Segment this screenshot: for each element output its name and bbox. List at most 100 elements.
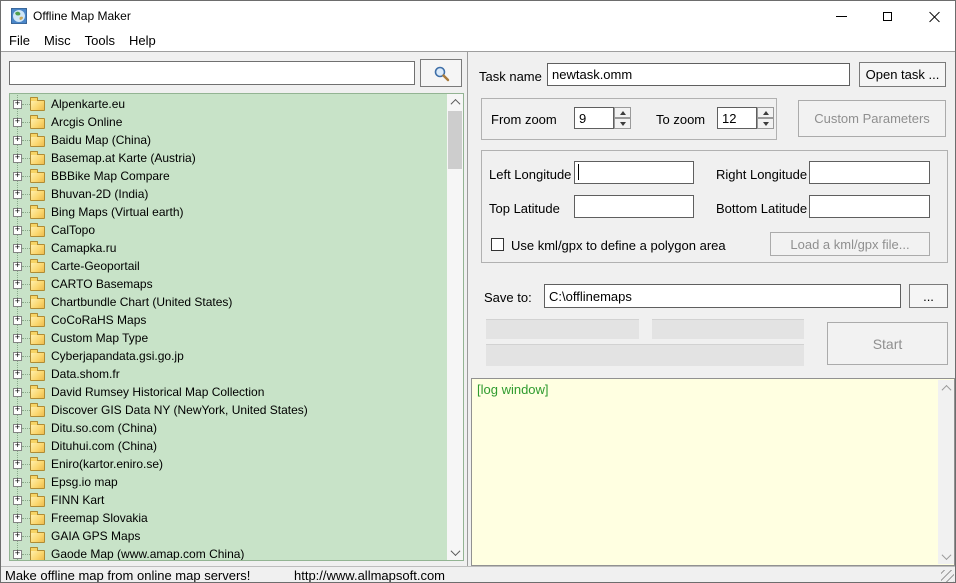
- folder-icon: [30, 546, 45, 560]
- expand-plus-icon[interactable]: +: [13, 459, 22, 469]
- log-scrollbar[interactable]: [938, 380, 954, 564]
- scrollbar-thumb[interactable]: [448, 111, 462, 169]
- tree-item[interactable]: + Ditu.so.com (China): [10, 419, 448, 437]
- scroll-down-button[interactable]: [938, 548, 954, 564]
- close-button[interactable]: [913, 1, 955, 31]
- menu-item[interactable]: Tools: [85, 33, 123, 50]
- scroll-down-button[interactable]: [447, 544, 463, 560]
- from-zoom-spinner[interactable]: [614, 107, 631, 129]
- expand-plus-icon[interactable]: +: [13, 243, 22, 253]
- expand-plus-icon[interactable]: +: [13, 369, 22, 379]
- tree-item[interactable]: + CalTopo: [10, 221, 448, 239]
- expand-plus-icon[interactable]: +: [13, 315, 22, 325]
- tree-scrollbar[interactable]: [447, 94, 463, 560]
- menu-item[interactable]: File: [9, 33, 38, 50]
- to-zoom-spinner[interactable]: [757, 107, 774, 129]
- minimize-button[interactable]: [821, 1, 861, 31]
- expand-plus-icon[interactable]: +: [13, 441, 22, 451]
- tree-item-label: Alpenkarte.eu: [51, 97, 126, 111]
- log-text: [log window]: [477, 382, 549, 397]
- tree-item[interactable]: + Cyberjapandata.gsi.go.jp: [10, 347, 448, 365]
- tree-item-label: Carte-Geoportail: [51, 259, 140, 273]
- tree-item[interactable]: + Carte-Geoportail: [10, 257, 448, 275]
- kml-checkbox[interactable]: [491, 238, 504, 251]
- text-caret: [578, 164, 579, 180]
- expand-plus-icon[interactable]: +: [13, 171, 22, 181]
- tree-item-label: FINN Kart: [51, 493, 105, 507]
- expand-plus-icon[interactable]: +: [13, 153, 22, 163]
- expand-plus-icon[interactable]: +: [13, 387, 22, 397]
- tree-item[interactable]: + GAIA GPS Maps: [10, 527, 448, 545]
- tree-item[interactable]: + Chartbundle Chart (United States): [10, 293, 448, 311]
- tree-item[interactable]: + CARTO Basemaps: [10, 275, 448, 293]
- tree-item[interactable]: + Bing Maps (Virtual earth): [10, 203, 448, 221]
- left-longitude-input[interactable]: [574, 161, 694, 184]
- task-name-input[interactable]: [547, 63, 850, 86]
- tree-item[interactable]: + Epsg.io map: [10, 473, 448, 491]
- resize-grip-icon[interactable]: [941, 570, 954, 582]
- expand-plus-icon[interactable]: +: [13, 513, 22, 523]
- expand-plus-icon[interactable]: +: [13, 225, 22, 235]
- expand-plus-icon[interactable]: +: [13, 279, 22, 289]
- maximize-button[interactable]: [867, 1, 907, 31]
- expand-plus-icon[interactable]: +: [13, 297, 22, 307]
- tree-item[interactable]: + Eniro(kartor.eniro.se): [10, 455, 448, 473]
- from-zoom-input[interactable]: [574, 107, 614, 129]
- expand-plus-icon[interactable]: +: [13, 207, 22, 217]
- expand-plus-icon[interactable]: +: [13, 135, 22, 145]
- tree-item[interactable]: + Bhuvan-2D (India): [10, 185, 448, 203]
- tree-item[interactable]: + Alpenkarte.eu: [10, 95, 448, 113]
- expand-plus-icon[interactable]: +: [13, 189, 22, 199]
- folder-icon: [30, 312, 45, 327]
- browse-button[interactable]: ...: [909, 284, 948, 308]
- tree-item[interactable]: + Basemap.at Karte (Austria): [10, 149, 448, 167]
- expand-plus-icon[interactable]: +: [13, 117, 22, 127]
- tree-item[interactable]: + BBBike Map Compare: [10, 167, 448, 185]
- top-latitude-input[interactable]: [574, 195, 694, 218]
- tree-item[interactable]: + David Rumsey Historical Map Collection: [10, 383, 448, 401]
- tree-item[interactable]: + Custom Map Type: [10, 329, 448, 347]
- search-button[interactable]: [420, 59, 462, 87]
- right-longitude-input[interactable]: [809, 161, 930, 184]
- menu-item[interactable]: Misc: [44, 33, 79, 50]
- bottom-latitude-input[interactable]: [809, 195, 930, 218]
- expand-plus-icon[interactable]: +: [13, 405, 22, 415]
- tree-item-label: Freemap Slovakia: [51, 511, 148, 525]
- spin-down-button[interactable]: [614, 118, 631, 129]
- triangle-up-icon: [762, 110, 769, 115]
- menu-item[interactable]: Help: [129, 33, 164, 50]
- tree-item[interactable]: + Data.shom.fr: [10, 365, 448, 383]
- spin-down-button[interactable]: [757, 118, 774, 129]
- tree-item[interactable]: + Arcgis Online: [10, 113, 448, 131]
- spin-up-button[interactable]: [614, 107, 631, 118]
- scroll-up-button[interactable]: [447, 94, 463, 110]
- expand-plus-icon[interactable]: +: [13, 351, 22, 361]
- title-bar: Offline Map Maker: [1, 1, 955, 31]
- expand-plus-icon[interactable]: +: [13, 333, 22, 343]
- expand-plus-icon[interactable]: +: [13, 423, 22, 433]
- tree-item[interactable]: + Freemap Slovakia: [10, 509, 448, 527]
- save-path-input[interactable]: [544, 284, 901, 308]
- expand-plus-icon[interactable]: +: [13, 477, 22, 487]
- tree-item[interactable]: + Discover GIS Data NY (NewYork, United …: [10, 401, 448, 419]
- tree-item[interactable]: + Gaode Map (www.amap.com China): [10, 545, 448, 560]
- expand-plus-icon[interactable]: +: [13, 531, 22, 541]
- tree-item[interactable]: + CoCoRaHS Maps: [10, 311, 448, 329]
- log-window[interactable]: [log window]: [471, 378, 955, 566]
- expand-plus-icon[interactable]: +: [13, 549, 22, 559]
- tree-item[interactable]: + Dituhui.com (China): [10, 437, 448, 455]
- tree-item-label: CARTO Basemaps: [51, 277, 153, 291]
- expand-plus-icon[interactable]: +: [13, 99, 22, 109]
- scroll-up-button[interactable]: [938, 380, 954, 396]
- tree-item-label: Arcgis Online: [51, 115, 123, 129]
- expand-plus-icon[interactable]: +: [13, 495, 22, 505]
- tree-item[interactable]: + Camapka.ru: [10, 239, 448, 257]
- search-input[interactable]: [9, 61, 415, 85]
- to-zoom-input[interactable]: [717, 107, 757, 129]
- spin-up-button[interactable]: [757, 107, 774, 118]
- open-task-button[interactable]: Open task ...: [859, 62, 946, 87]
- expand-plus-icon[interactable]: +: [13, 261, 22, 271]
- tree-item[interactable]: + FINN Kart: [10, 491, 448, 509]
- close-icon: [929, 11, 940, 22]
- tree-item[interactable]: + Baidu Map (China): [10, 131, 448, 149]
